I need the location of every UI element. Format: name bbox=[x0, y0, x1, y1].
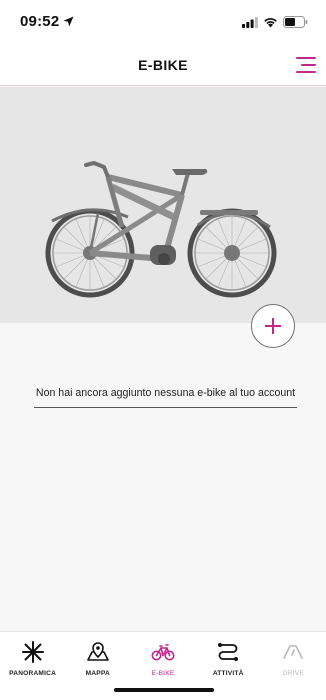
location-arrow-icon bbox=[63, 16, 74, 27]
snowflake-icon bbox=[21, 641, 44, 663]
tab-label: ATTIVITÀ bbox=[212, 670, 244, 677]
tab-label: MAPPA bbox=[85, 670, 110, 677]
empty-state-message: Non hai ancora aggiunto nessuna e-bike a… bbox=[34, 387, 297, 408]
tab-drive[interactable]: DRIVE bbox=[261, 632, 326, 700]
plus-icon bbox=[265, 318, 281, 334]
page-title: E-BIKE bbox=[138, 57, 188, 73]
signal-icon bbox=[242, 16, 258, 28]
add-bike-button[interactable] bbox=[251, 304, 295, 348]
tab-label: E-BIKE bbox=[151, 670, 175, 677]
menu-icon[interactable] bbox=[296, 56, 316, 74]
battery-icon bbox=[283, 16, 308, 28]
wifi-icon bbox=[264, 17, 277, 27]
tab-panoramica[interactable]: PANORAMICA bbox=[0, 632, 65, 700]
map-icon bbox=[86, 642, 109, 661]
home-indicator bbox=[114, 688, 214, 692]
status-icons bbox=[242, 16, 308, 28]
tab-label: PANORAMICA bbox=[9, 670, 57, 677]
tab-label: DRIVE bbox=[282, 670, 304, 677]
gauge-icon bbox=[283, 645, 304, 659]
status-bar: 09:52 bbox=[0, 0, 326, 44]
e-bike-image bbox=[45, 160, 277, 298]
bike-icon bbox=[151, 644, 175, 661]
route-icon bbox=[218, 643, 239, 661]
app-header: E-BIKE bbox=[0, 44, 326, 86]
bike-hero bbox=[0, 87, 326, 323]
status-time: 09:52 bbox=[20, 13, 60, 30]
